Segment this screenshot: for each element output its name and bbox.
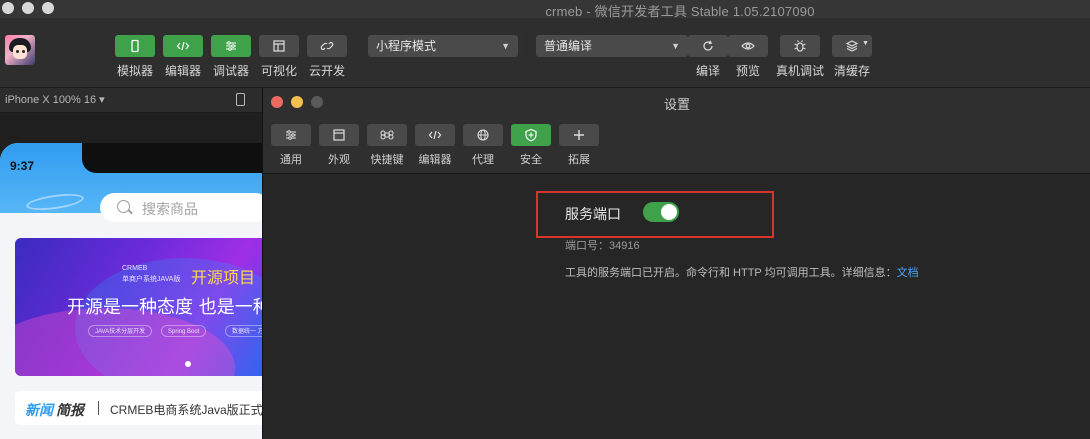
tab-editor-label: 编辑器 <box>418 154 452 166</box>
search-icon <box>117 200 130 213</box>
news-label-b: 简报 <box>56 402 84 418</box>
docs-link[interactable]: 文档 <box>897 267 919 279</box>
simulator-toggle-button[interactable] <box>115 35 155 57</box>
phone-notch <box>82 143 262 173</box>
phone-screen: 9:37 搜索商品 CRMEB 单商户系统JAVA版 开源项目 开源是一种态度 … <box>0 143 262 439</box>
remote-debug-label: 真机调试 <box>775 64 824 78</box>
main-toolbar: 模拟器 编辑器 调试器 可视化 云开发 小程序模式 ▼ 普通编译 ▼ 编译 预览… <box>0 18 1090 88</box>
security-panel: 服务端口 端口号：34916 工具的服务端口已开启。命令行和 HTTP 均可调用… <box>263 174 1090 439</box>
clear-cache-label: 清缓存 <box>833 64 870 78</box>
port-info-text: 工具的服务端口已开启。命令行和 HTTP 均可调用工具。详细信息： <box>565 267 897 279</box>
banner-tag: 开源项目 <box>191 270 256 287</box>
preview-label: 预览 <box>735 64 760 78</box>
tab-security-label: 安全 <box>520 154 542 166</box>
simulator-label: 模拟器 <box>116 64 153 78</box>
window-titlebar: crmeb - 微信开发者工具 Stable 1.05.2107090 <box>0 0 1090 19</box>
tab-editor[interactable] <box>415 124 455 146</box>
port-info: 工具的服务端口已开启。命令行和 HTTP 均可调用工具。详细信息：文档 <box>565 264 919 280</box>
dialog-titlebar: 设置 <box>263 88 1090 116</box>
remote-debug-button[interactable] <box>780 35 820 57</box>
compile-button[interactable] <box>688 35 728 57</box>
compile-mode-select[interactable]: 普通编译 ▼ <box>536 35 688 57</box>
tab-security[interactable] <box>511 124 551 146</box>
news-ticker[interactable]: 新闻 简报 CRMEB电商系统Java版正式发布 <box>15 391 262 425</box>
tab-proxy[interactable] <box>463 124 503 146</box>
banner-subtitle: 单商户系统JAVA版 <box>122 276 181 283</box>
device-select[interactable]: iPhone X 100% 16 ▾ <box>5 93 105 106</box>
debugger-toggle-button[interactable] <box>211 35 251 57</box>
tab-extensions[interactable] <box>559 124 599 146</box>
banner-pill: JAVA技术分层开发 <box>88 325 153 337</box>
editor-label: 编辑器 <box>164 64 201 78</box>
carousel-indicator[interactable] <box>185 361 191 367</box>
sliders-icon <box>226 41 236 51</box>
mode-select[interactable]: 小程序模式 ▼ <box>368 35 518 57</box>
tab-general-label: 通用 <box>280 154 302 166</box>
window-icon <box>333 129 345 141</box>
chevron-down-icon: ▼ <box>501 41 510 51</box>
status-time: 9:37 <box>10 159 35 173</box>
banner-pill: 数据统一 方 <box>225 325 262 337</box>
chevron-down-icon: ▼ <box>862 40 869 47</box>
bug-icon <box>794 40 806 52</box>
tab-general[interactable] <box>271 124 311 146</box>
plus-icon <box>574 130 584 140</box>
simulator-area: 9:37 搜索商品 CRMEB 单商户系统JAVA版 开源项目 开源是一种态度 … <box>0 113 262 439</box>
visual-toggle-button[interactable] <box>259 35 299 57</box>
promo-banner[interactable]: CRMEB 单商户系统JAVA版 开源项目 开源是一种态度 也是一种 JAVA技… <box>15 238 262 376</box>
devtools-window: crmeb - 微信开发者工具 Stable 1.05.2107090 模拟器 … <box>0 0 1090 439</box>
clear-cache-button[interactable]: ▼ <box>832 35 872 57</box>
cloud-dev-button[interactable] <box>307 35 347 57</box>
editor-toggle-button[interactable] <box>163 35 203 57</box>
toolbar-divider <box>526 35 527 57</box>
layout-icon <box>273 40 285 52</box>
refresh-icon <box>703 40 713 51</box>
debugger-label: 调试器 <box>212 64 249 78</box>
compile-mode-value: 普通编译 <box>544 39 593 53</box>
command-icon <box>380 130 394 140</box>
phone-icon <box>131 39 139 53</box>
toggle-knob <box>661 204 677 220</box>
service-port-toggle[interactable] <box>643 202 679 222</box>
tab-appearance-label: 外观 <box>328 154 350 166</box>
cloud-link-icon <box>320 41 334 51</box>
visual-label: 可视化 <box>260 64 297 78</box>
banner-headline: 开源是一种态度 也是一种 <box>67 297 262 318</box>
news-text: CRMEB电商系统Java版正式发布 <box>110 403 262 417</box>
banner-brand: CRMEB <box>122 265 148 272</box>
chevron-down-icon: ▼ <box>671 41 680 51</box>
code-icon <box>176 41 190 51</box>
globe-icon <box>477 129 489 141</box>
port-number: 端口号：34916 <box>565 240 640 252</box>
layers-icon <box>845 40 859 52</box>
tab-extensions-label: 拓展 <box>568 154 590 166</box>
search-placeholder: 搜索商品 <box>142 201 198 217</box>
rotate-device-icon[interactable] <box>236 93 245 106</box>
banner-pill: Spring Boot <box>161 325 207 337</box>
dialog-title: 设置 <box>663 97 690 112</box>
code-icon <box>428 130 442 140</box>
tab-shortcuts[interactable] <box>367 124 407 146</box>
settings-dialog: 设置 通用 外观 快捷键 编辑器 代理 安全 拓展 服务端口 端口号：34916… <box>262 88 1090 439</box>
news-label-a: 新闻 <box>25 402 53 418</box>
shield-icon <box>525 128 537 142</box>
mode-select-value: 小程序模式 <box>376 39 437 53</box>
settings-tabs: 通用 外观 快捷键 编辑器 代理 安全 拓展 <box>263 116 1090 174</box>
eye-icon <box>741 42 755 50</box>
simulator-bar: iPhone X 100% 16 ▾ <box>0 88 262 113</box>
avatar[interactable] <box>5 35 35 65</box>
tab-shortcuts-label: 快捷键 <box>370 154 404 166</box>
search-input[interactable]: 搜索商品 <box>100 193 262 222</box>
news-divider <box>98 401 99 415</box>
cloud-dev-label: 云开发 <box>308 64 345 78</box>
tab-appearance[interactable] <box>319 124 359 146</box>
tab-proxy-label: 代理 <box>472 154 494 166</box>
preview-button[interactable] <box>728 35 768 57</box>
sliders-icon <box>286 130 296 140</box>
service-port-label: 服务端口 <box>565 206 621 222</box>
